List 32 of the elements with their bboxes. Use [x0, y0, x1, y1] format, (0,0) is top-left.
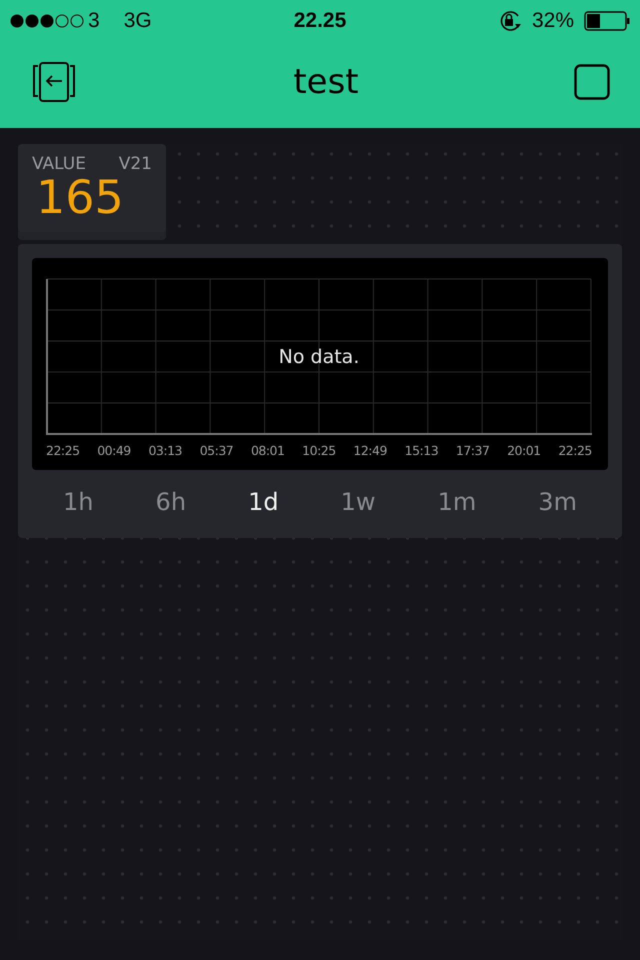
pin-label: V21	[118, 154, 152, 174]
rotation-lock-icon	[498, 10, 522, 32]
carrier-name: 3	[88, 9, 100, 33]
network-type: 3G	[124, 9, 152, 33]
axis-label: 12:49	[353, 443, 387, 458]
range-tab[interactable]: 1d	[238, 484, 289, 520]
empty-message: No data.	[278, 346, 360, 368]
range-tab[interactable]: 1w	[330, 484, 386, 520]
axis-label: 22:25	[46, 443, 80, 458]
project-title: test	[293, 62, 359, 102]
clock-time: 22.25	[294, 9, 346, 33]
battery-icon	[584, 11, 630, 31]
value-widget[interactable]: VALUE V21 165	[18, 144, 166, 240]
stop-icon[interactable]	[574, 64, 610, 100]
range-tab[interactable]: 1h	[53, 484, 104, 520]
range-tab[interactable]: 1m	[428, 484, 486, 520]
axis-label: 20:01	[507, 443, 541, 458]
axis-label: 00:49	[97, 443, 131, 458]
battery-percent: 32%	[532, 9, 574, 33]
widget-value: 165	[36, 174, 125, 220]
range-tab[interactable]: 3m	[528, 484, 587, 520]
axis-label: 15:13	[404, 443, 438, 458]
range-tab[interactable]: 6h	[146, 484, 196, 520]
signal-icon	[10, 14, 84, 28]
axis-label: 17:37	[456, 443, 490, 458]
axis-label: 05:37	[200, 443, 234, 458]
exit-icon[interactable]	[30, 62, 78, 102]
axis-label: 10:25	[302, 443, 336, 458]
axis-label: 08:01	[250, 443, 284, 458]
widget-label: VALUE	[32, 154, 86, 174]
axis-label: 03:13	[148, 443, 182, 458]
axis-label: 22:25	[558, 443, 592, 458]
